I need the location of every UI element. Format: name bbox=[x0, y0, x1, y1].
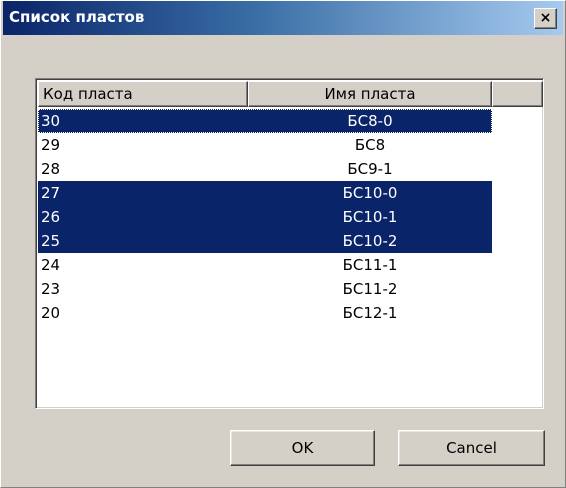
cell-name: БС10-1 bbox=[342, 208, 398, 226]
list-item[interactable]: 28 БС9-1 bbox=[38, 157, 541, 181]
cell-code: 25 bbox=[41, 232, 61, 250]
dialog-window: Список пластов × Код пласта Имя пласта 3… bbox=[0, 0, 566, 488]
cell-code: 26 bbox=[41, 208, 61, 226]
list-item[interactable]: 25 БС10-2 bbox=[38, 229, 541, 253]
column-header-name[interactable]: Имя пласта bbox=[248, 81, 492, 107]
list-item[interactable]: 26 БС10-1 bbox=[38, 205, 541, 229]
list-item[interactable]: 27 БС10-0 bbox=[38, 181, 541, 205]
cell-name: БС12-1 bbox=[342, 304, 398, 322]
cell-name: БС10-0 bbox=[342, 184, 398, 202]
cell-name: БС8 bbox=[354, 136, 386, 154]
list-header: Код пласта Имя пласта bbox=[38, 81, 543, 107]
cell-code: 27 bbox=[41, 184, 61, 202]
list-item[interactable]: 23 БС11-2 bbox=[38, 277, 541, 301]
cell-code: 20 bbox=[41, 304, 61, 322]
list-item[interactable]: 29 БС8 bbox=[38, 133, 541, 157]
title-bar[interactable]: Список пластов × bbox=[3, 1, 563, 35]
close-icon: × bbox=[539, 10, 552, 26]
ok-button[interactable]: OK bbox=[230, 430, 375, 466]
cell-code: 29 bbox=[41, 136, 61, 154]
cell-name: БС9-1 bbox=[347, 160, 393, 178]
close-button[interactable]: × bbox=[534, 8, 557, 29]
list-item[interactable]: 20 БС12-1 bbox=[38, 301, 541, 325]
cell-code: 24 bbox=[41, 256, 61, 274]
list-rows: 30 БС8-0 29 БС8 28 БС9-1 27 БС10-0 26 БС10-1 25 БС1… bbox=[38, 109, 541, 325]
cell-code: 23 bbox=[41, 280, 61, 298]
cell-name: БС11-1 bbox=[342, 256, 398, 274]
list-item[interactable]: 24 БС11-1 bbox=[38, 253, 541, 277]
cell-name: БС8-0 bbox=[347, 112, 393, 130]
window-title: Список пластов bbox=[9, 8, 145, 26]
column-header-empty[interactable] bbox=[492, 81, 543, 107]
cancel-button[interactable]: Cancel bbox=[398, 430, 545, 466]
cell-code: 28 bbox=[41, 160, 61, 178]
list-item[interactable]: 30 БС8-0 bbox=[38, 109, 541, 133]
cell-name: БС11-2 bbox=[342, 280, 398, 298]
column-header-code[interactable]: Код пласта bbox=[38, 81, 248, 107]
cell-name: БС10-2 bbox=[342, 232, 398, 250]
layer-list[interactable]: Код пласта Имя пласта 30 БС8-0 29 БС8 28 БС9-… bbox=[35, 78, 544, 409]
cell-code: 30 bbox=[41, 112, 61, 130]
